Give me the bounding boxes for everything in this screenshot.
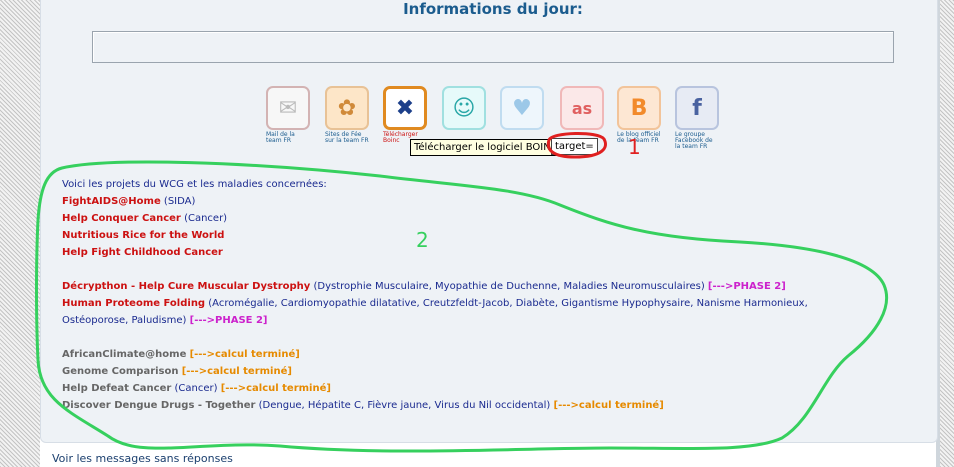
annotation-number-2: 2 bbox=[416, 228, 429, 252]
annotation-number-1: 1 bbox=[628, 135, 641, 159]
unanswered-messages-link[interactable]: Voir les messages sans réponses bbox=[52, 452, 233, 465]
annotation-overlay bbox=[35, 131, 889, 453]
red-annotation-circle bbox=[546, 131, 607, 159]
green-annotation-outline bbox=[35, 160, 889, 453]
